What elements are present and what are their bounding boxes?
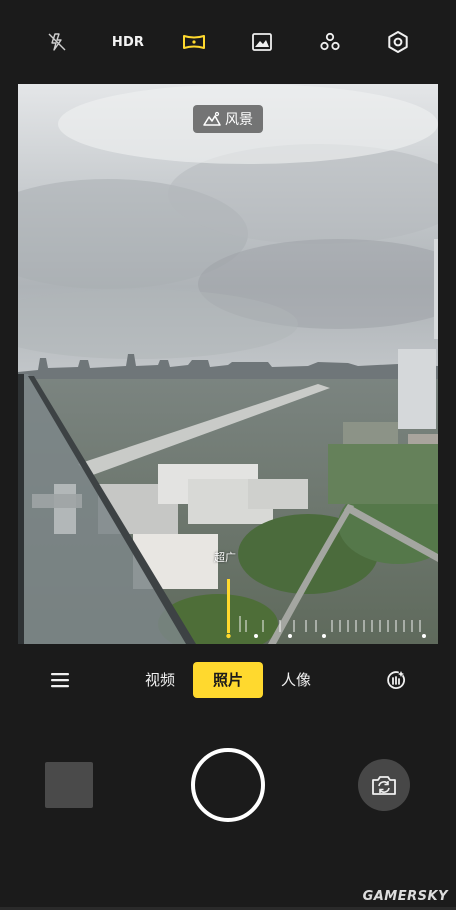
- scene-label: 风景: [225, 112, 253, 128]
- settings-icon[interactable]: [382, 26, 414, 58]
- mode-bar: 视频 照片 人像: [0, 654, 456, 706]
- panorama-icon[interactable]: [178, 26, 210, 58]
- hdr-label: HDR: [111, 34, 145, 50]
- beauty-filter-button[interactable]: [380, 664, 412, 696]
- menu-icon: [51, 673, 69, 688]
- camera-viewfinder[interactable]: 风景 超广: [18, 84, 438, 644]
- beauty-filter-icon: [387, 671, 406, 689]
- hdr-button[interactable]: HDR: [110, 26, 146, 58]
- flash-off-icon[interactable]: [41, 26, 73, 58]
- landscape-icon: [203, 111, 221, 126]
- switch-camera-button[interactable]: [358, 759, 410, 811]
- mode-tab-photo[interactable]: 照片: [193, 662, 263, 698]
- top-toolbar: HDR: [0, 0, 456, 84]
- image-icon[interactable]: [246, 26, 278, 58]
- filter-dots-icon[interactable]: [314, 26, 346, 58]
- gallery-thumbnail[interactable]: [45, 762, 93, 808]
- watermark: GAMERSKY: [362, 889, 448, 904]
- mode-tab-portrait[interactable]: 人像: [274, 662, 318, 698]
- menu-button[interactable]: [44, 664, 76, 696]
- shutter-button[interactable]: [191, 748, 265, 822]
- zoom-level-label: 超广: [214, 551, 236, 564]
- switch-camera-icon: [372, 776, 396, 795]
- mode-tab-video[interactable]: 视频: [138, 662, 182, 698]
- scene-detection-badge: 风景: [193, 105, 263, 133]
